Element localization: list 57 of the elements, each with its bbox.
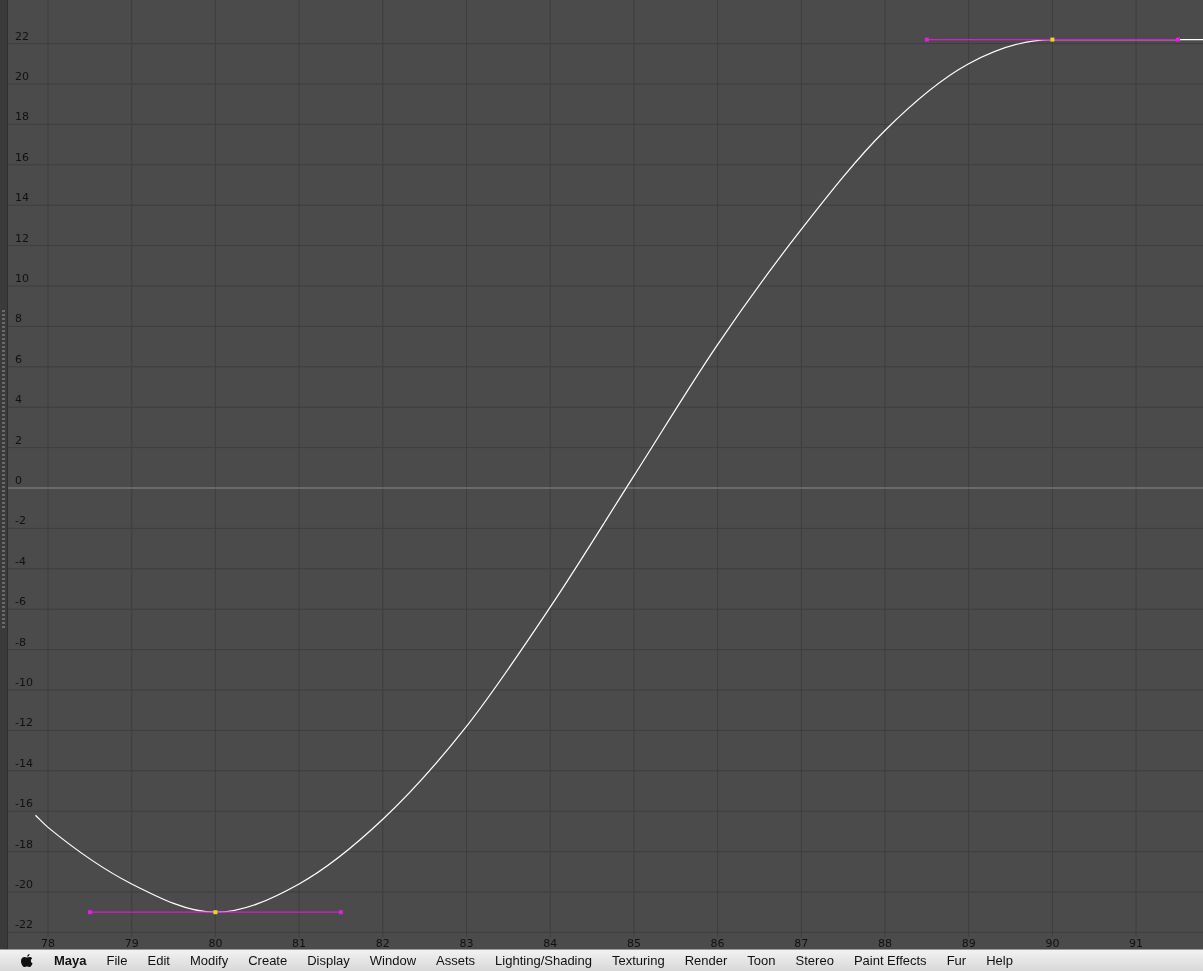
menu-item[interactable]: Toon bbox=[747, 953, 776, 968]
menu-item[interactable]: Assets bbox=[436, 953, 476, 968]
x-axis-label: 87 bbox=[794, 937, 809, 949]
y-axis-label: -6 bbox=[15, 595, 26, 609]
x-axis-label: 89 bbox=[961, 937, 976, 949]
menu-item[interactable]: Stereo bbox=[795, 953, 834, 968]
y-axis-label: 4 bbox=[15, 393, 22, 407]
keyframe-tangent-handle[interactable] bbox=[924, 37, 1180, 42]
y-axis-label: 6 bbox=[15, 352, 22, 366]
y-axis-label: -4 bbox=[15, 554, 26, 568]
y-axis-label: 8 bbox=[15, 312, 22, 326]
menu-item[interactable]: Window bbox=[369, 953, 417, 968]
menu-item[interactable]: Lighting/Shading bbox=[495, 953, 592, 968]
y-axis-label: -18 bbox=[15, 837, 33, 851]
menu-item[interactable]: Edit bbox=[147, 953, 170, 968]
x-axis-label: 91 bbox=[1129, 937, 1144, 949]
menu-item[interactable]: Fur bbox=[946, 953, 967, 968]
y-axis-label: -14 bbox=[15, 756, 33, 770]
y-axis-label: 16 bbox=[15, 150, 29, 164]
menu-item[interactable]: Modify bbox=[189, 953, 229, 968]
apple-logo-icon[interactable] bbox=[20, 952, 34, 969]
x-axis-label: 78 bbox=[41, 937, 55, 949]
x-axis-label: 82 bbox=[375, 937, 390, 949]
y-axis-label: 20 bbox=[15, 70, 29, 83]
menu-item[interactable]: Texturing bbox=[611, 953, 665, 968]
y-axis-label: 18 bbox=[15, 110, 29, 124]
x-axis-label: 88 bbox=[878, 937, 892, 949]
menu-item[interactable]: Create bbox=[248, 953, 288, 968]
x-axis-label: 85 bbox=[626, 937, 641, 949]
menu-item[interactable]: Help bbox=[986, 953, 1013, 968]
x-axis-label: 84 bbox=[543, 937, 558, 949]
y-axis-label: 0 bbox=[15, 474, 22, 487]
y-axis-label: -2 bbox=[15, 514, 26, 528]
menu-item[interactable]: File bbox=[106, 953, 128, 968]
x-axis-label: 83 bbox=[459, 937, 474, 949]
y-axis-label: 2 bbox=[15, 433, 22, 447]
x-axis-label: 80 bbox=[208, 937, 223, 949]
y-axis-label: 12 bbox=[15, 231, 29, 245]
y-axis-label: -22 bbox=[15, 918, 33, 932]
x-axis-label: 81 bbox=[292, 937, 307, 949]
y-axis-label: -12 bbox=[15, 716, 33, 730]
y-axis-label: -16 bbox=[15, 797, 33, 811]
resize-grip[interactable] bbox=[2, 310, 5, 630]
menu-item[interactable]: Display bbox=[307, 953, 350, 968]
y-axis-label: 10 bbox=[15, 272, 29, 285]
keyframe-tangent-handle[interactable] bbox=[87, 910, 343, 915]
y-axis-label: -10 bbox=[15, 676, 33, 689]
menu-item[interactable]: Paint Effects bbox=[853, 953, 927, 968]
menu-item[interactable]: Maya bbox=[54, 953, 87, 968]
x-axis-label: 90 bbox=[1045, 937, 1060, 949]
menu-item[interactable]: Render bbox=[684, 953, 728, 968]
y-axis-label: -8 bbox=[15, 635, 26, 649]
y-axis-label: -20 bbox=[15, 878, 33, 891]
y-axis-label: 22 bbox=[15, 29, 29, 43]
x-axis-label: 79 bbox=[124, 937, 139, 949]
y-axis-label: 14 bbox=[15, 191, 29, 205]
x-axis-label: 86 bbox=[710, 937, 725, 949]
